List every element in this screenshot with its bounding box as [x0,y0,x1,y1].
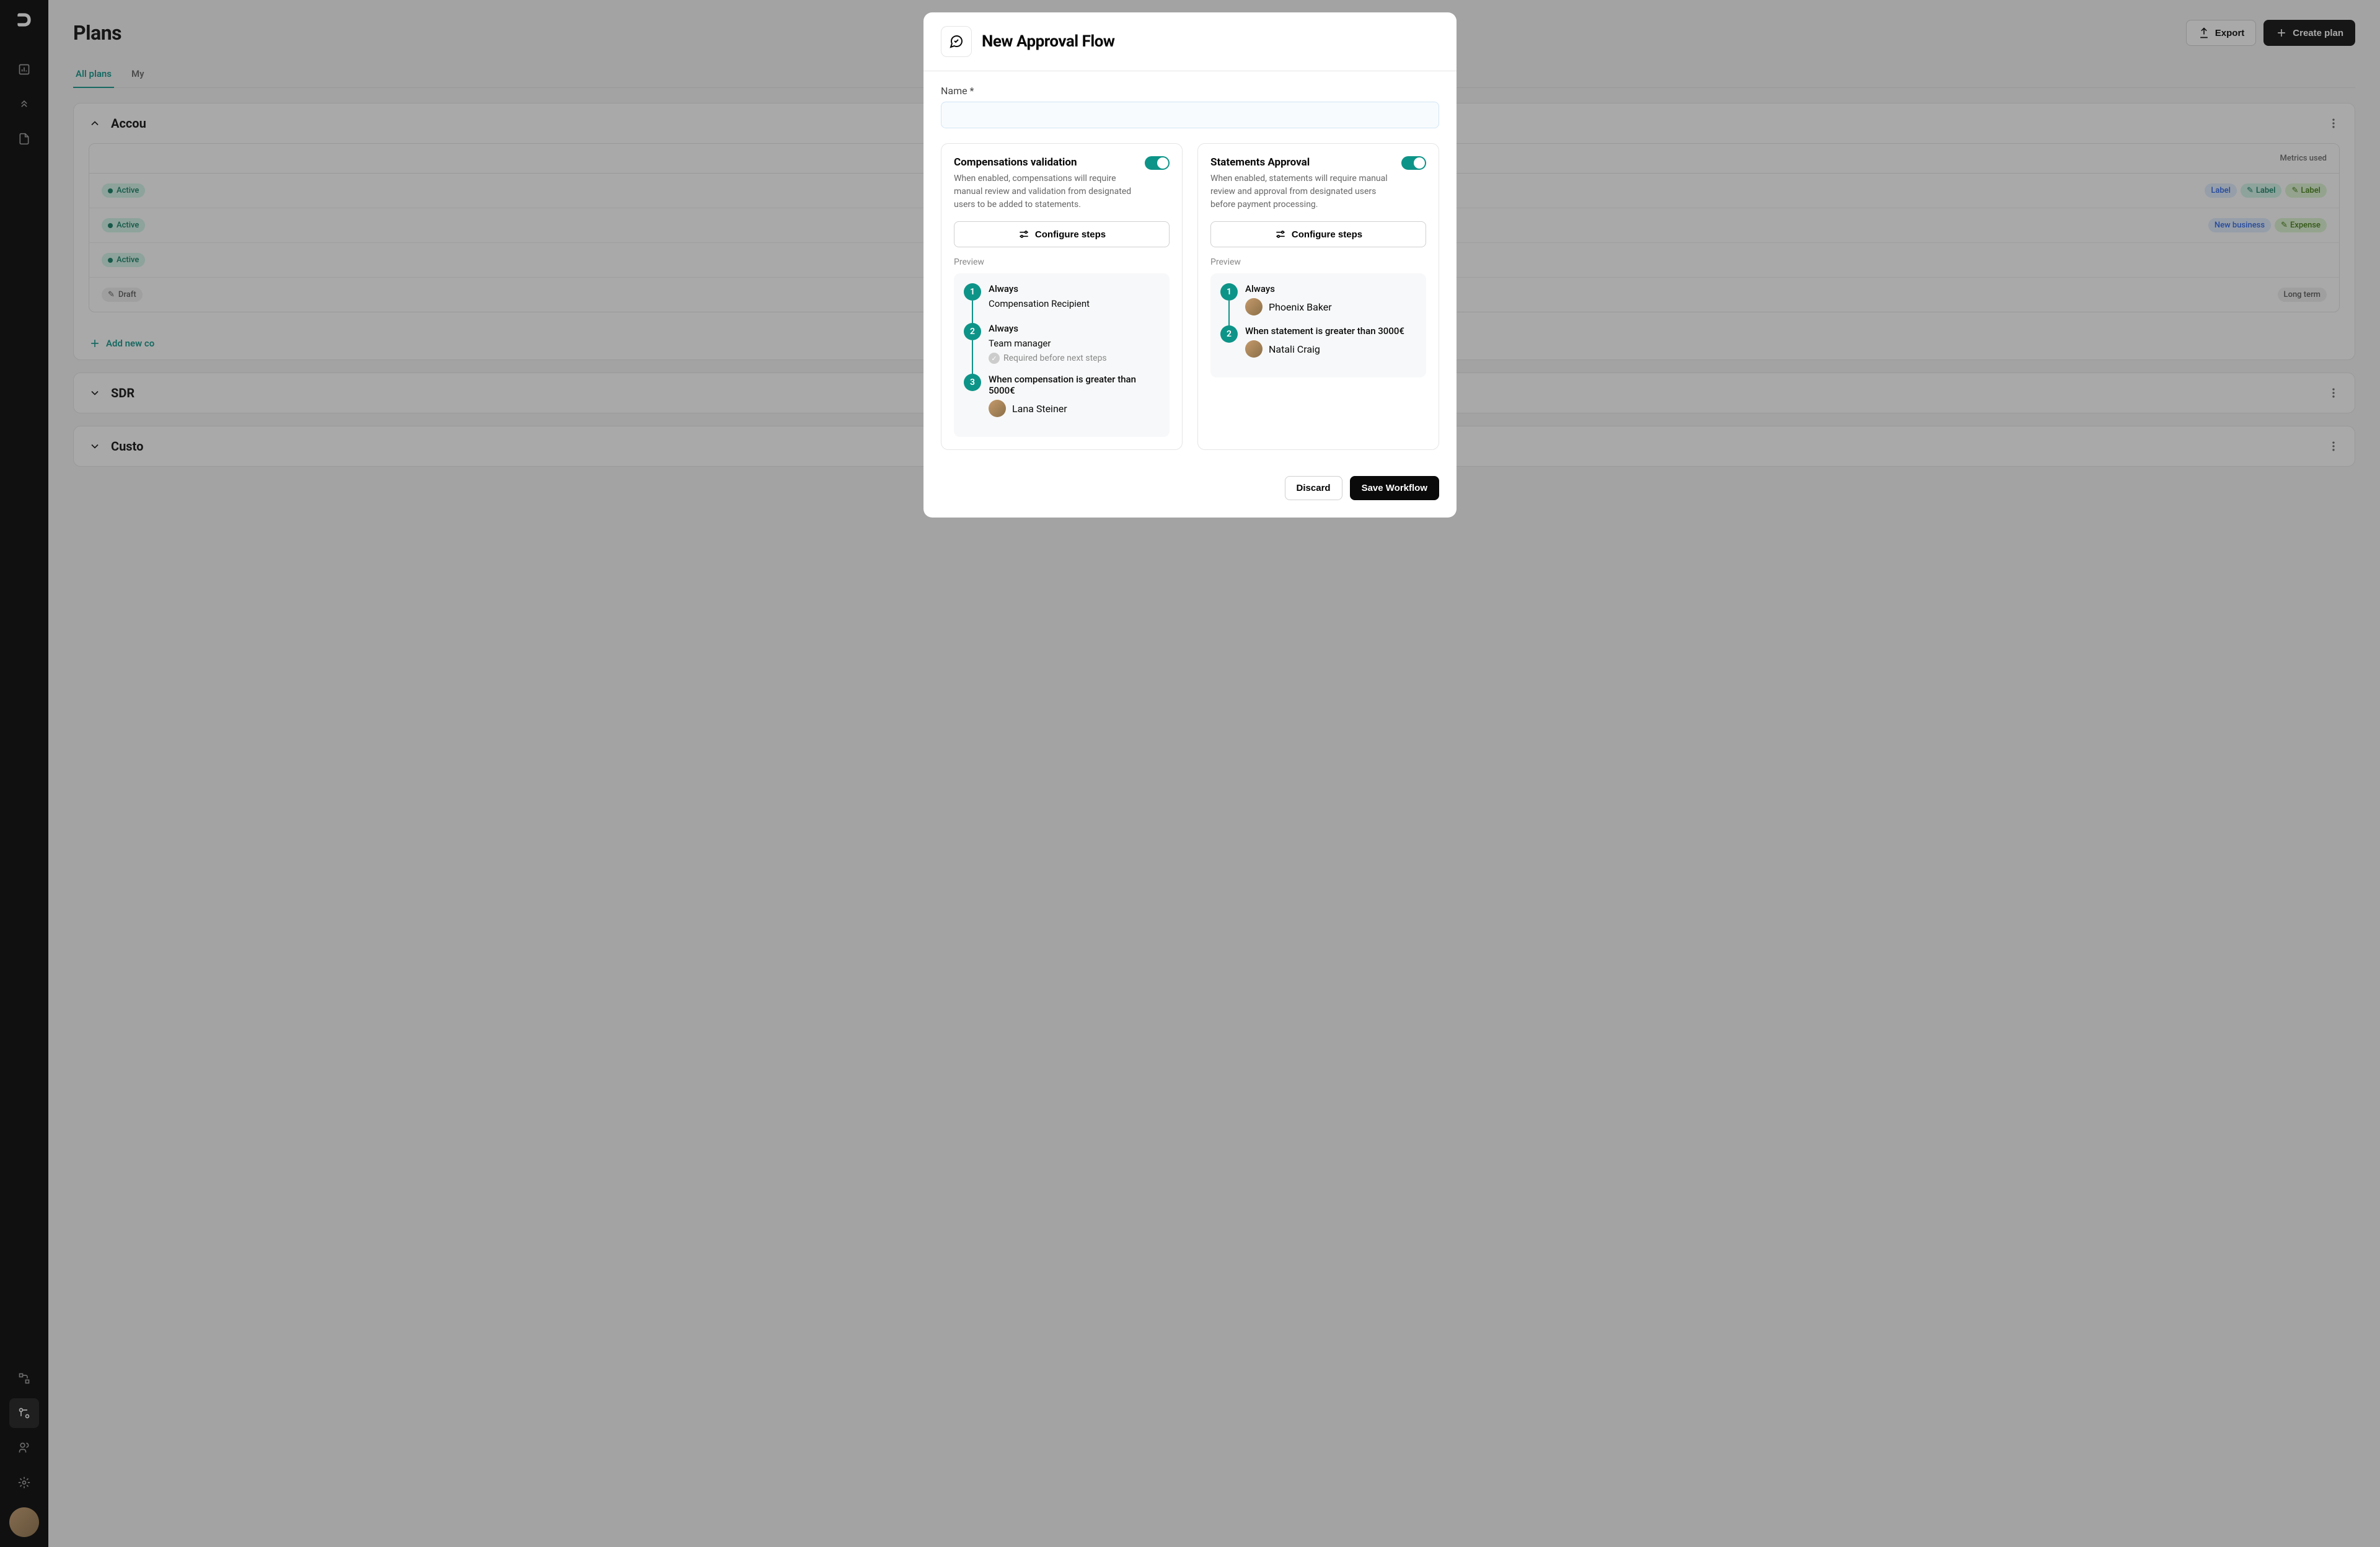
step-condition: When compensation is greater than 5000€ [989,374,1160,396]
approval-step: 3 When compensation is greater than 5000… [964,374,1160,427]
step-condition: Always [989,283,1160,294]
card-description: When enabled, compensations will require… [954,172,1135,211]
card-title: Compensations validation [954,156,1135,169]
compensation-validation-card: Compensations validation When enabled, c… [941,143,1183,450]
sliders-icon [1018,228,1030,240]
avatar [989,400,1006,417]
step-role: Team manager [989,338,1160,349]
compensation-toggle[interactable] [1145,156,1170,170]
modal-overlay: New Approval Flow Name * Compensations v… [0,0,2380,1547]
approval-step: 1 Always Compensation Recipient [964,283,1160,323]
card-title: Statements Approval [1210,156,1391,169]
configure-steps-button[interactable]: Configure steps [954,221,1170,247]
preview-panel: 1 Always Compensation Recipient 2 Always… [954,273,1170,437]
preview-label: Preview [1210,257,1426,267]
step-number-badge: 2 [1220,325,1238,343]
save-workflow-button[interactable]: Save Workflow [1350,476,1439,500]
preview-label: Preview [954,257,1170,267]
step-number-badge: 2 [964,323,981,340]
modal-title: New Approval Flow [982,32,1115,51]
step-number-badge: 1 [1220,283,1238,301]
avatar [1245,340,1263,358]
approval-step: 1 Always Phoenix Baker [1220,283,1416,325]
configure-steps-button[interactable]: Configure steps [1210,221,1426,247]
modal-icon [941,26,972,57]
approver: Natali Craig [1245,340,1416,358]
sliders-icon [1274,228,1287,240]
card-description: When enabled, statements will require ma… [1210,172,1391,211]
preview-panel: 1 Always Phoenix Baker 2 When statement … [1210,273,1426,377]
check-icon: ✓ [989,353,1000,364]
chat-check-icon [949,34,964,49]
approver: Lana Steiner [989,400,1160,417]
avatar [1245,298,1263,315]
statements-approval-card: Statements Approval When enabled, statem… [1197,143,1439,450]
step-condition: Always [1245,283,1416,294]
name-input[interactable] [941,102,1439,128]
step-number-badge: 3 [964,374,981,391]
approval-step: 2 When statement is greater than 3000€ N… [1220,325,1416,368]
discard-button[interactable]: Discard [1285,476,1342,500]
approver: Phoenix Baker [1245,298,1416,315]
statements-toggle[interactable] [1401,156,1426,170]
step-number-badge: 1 [964,283,981,301]
name-field-label: Name * [941,85,1439,97]
step-note: ✓Required before next steps [989,353,1160,364]
approval-flow-modal: New Approval Flow Name * Compensations v… [923,12,1457,518]
approval-step: 2 Always Team manager ✓Required before n… [964,323,1160,374]
step-condition: Always [989,323,1160,334]
step-condition: When statement is greater than 3000€ [1245,325,1416,337]
step-role: Compensation Recipient [989,298,1160,309]
